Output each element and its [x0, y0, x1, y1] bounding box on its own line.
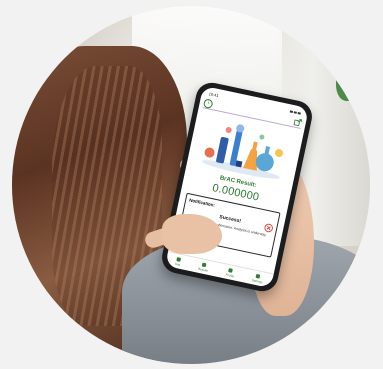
status-icons — [289, 109, 301, 115]
touching-hand — [162, 214, 222, 254]
notification-title: Notification: — [188, 197, 216, 208]
nav-item-test[interactable]: Test — [174, 257, 181, 267]
profile-icon — [228, 268, 234, 273]
results-icon — [201, 262, 207, 268]
plant — [336, 61, 362, 101]
info-icon[interactable]: i — [202, 97, 214, 109]
nav-label: Test — [174, 261, 181, 267]
nav-item-profile[interactable]: Profile — [225, 268, 235, 279]
nav-item-settings[interactable]: Settings — [252, 273, 264, 284]
nav-label: Results — [197, 266, 209, 273]
test-icon — [176, 257, 181, 262]
photo-background: 10:41 i BrAC Result: 0.000000 Notificati… — [12, 6, 370, 364]
settings-icon — [255, 274, 261, 279]
share-icon[interactable] — [293, 117, 303, 127]
close-circle-icon[interactable] — [263, 223, 274, 234]
nav-item-results[interactable]: Results — [198, 262, 210, 273]
nav-label: Settings — [251, 278, 263, 285]
nav-label: Profile — [225, 272, 235, 279]
status-time: 10:41 — [208, 91, 220, 99]
